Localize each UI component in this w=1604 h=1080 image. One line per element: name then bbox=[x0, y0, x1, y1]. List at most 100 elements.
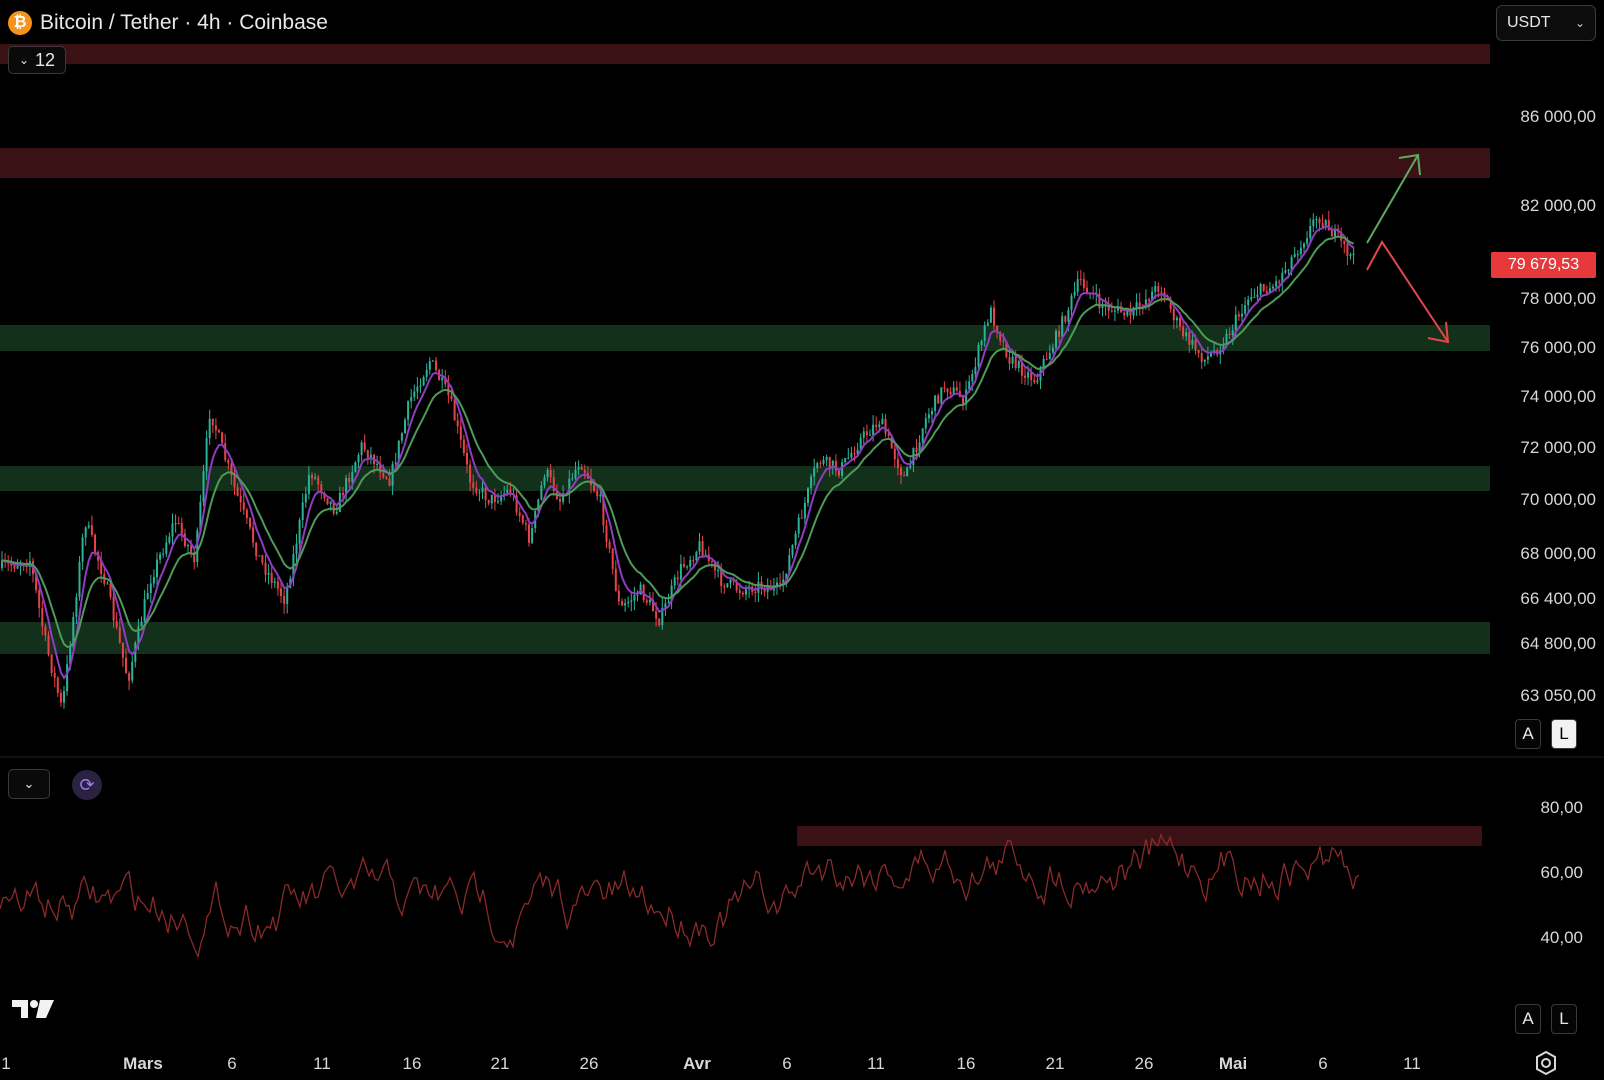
resistance-zone bbox=[0, 148, 1490, 178]
candle-body bbox=[143, 599, 146, 622]
sync-icon[interactable]: ⟳ bbox=[72, 770, 102, 800]
candle-body bbox=[177, 523, 180, 525]
candle-body bbox=[1036, 380, 1039, 383]
price-axis-label: 76 000,00 bbox=[1520, 338, 1596, 357]
candle-body bbox=[295, 543, 298, 555]
candle-body bbox=[803, 502, 806, 519]
candle-body bbox=[422, 377, 425, 386]
candle-body bbox=[828, 457, 831, 468]
candle-body bbox=[475, 487, 478, 493]
candle-body bbox=[149, 583, 152, 594]
candle-body bbox=[754, 591, 757, 593]
candle-body bbox=[239, 495, 242, 503]
price-axis-label: 78 000,00 bbox=[1520, 289, 1596, 308]
candle-body bbox=[360, 442, 363, 456]
time-axis-label: 16 bbox=[957, 1054, 976, 1073]
price-log-scale-button[interactable]: L bbox=[1551, 719, 1577, 749]
price-axis-label: 66 400,00 bbox=[1520, 589, 1596, 608]
candle-body bbox=[1073, 291, 1076, 296]
candle-body bbox=[574, 469, 577, 479]
candle-body bbox=[934, 395, 937, 411]
candle-body bbox=[1135, 302, 1138, 308]
candle-body bbox=[655, 611, 658, 619]
time-axis-label: 26 bbox=[1135, 1054, 1154, 1073]
candle-body bbox=[1312, 219, 1315, 226]
candle-body bbox=[617, 590, 620, 602]
time-axis-label: 11 bbox=[1403, 1054, 1421, 1073]
candle-body bbox=[701, 541, 704, 557]
candle-body bbox=[1318, 218, 1321, 224]
candle-body bbox=[183, 533, 186, 547]
chart-canvas[interactable]: 86 000,00 82 000,00 78 000,00 76 000,00 74 0… bbox=[0, 0, 1604, 1080]
candle-body bbox=[1206, 356, 1209, 360]
rsi-line bbox=[0, 832, 1360, 959]
candle-body bbox=[1275, 281, 1278, 287]
candle-body bbox=[435, 360, 437, 370]
candle-body bbox=[1076, 279, 1079, 292]
candle-body bbox=[224, 443, 227, 461]
candle-body bbox=[658, 618, 661, 626]
settings-icon[interactable] bbox=[1533, 1050, 1559, 1076]
candle-body bbox=[1272, 286, 1274, 289]
candle-body bbox=[466, 453, 468, 465]
candle-body bbox=[490, 494, 493, 504]
candle-body bbox=[469, 464, 472, 483]
time-axis-label: Mars bbox=[123, 1054, 163, 1073]
candle-body bbox=[400, 433, 403, 441]
candle-body bbox=[1321, 223, 1324, 227]
candle-body bbox=[977, 345, 980, 368]
candle-body bbox=[1157, 286, 1160, 292]
candle-body bbox=[267, 572, 270, 575]
moving-averages bbox=[1, 224, 1355, 680]
candle-body bbox=[118, 627, 121, 643]
symbol-title[interactable]: Bitcoin / Tether · 4h · Coinbase bbox=[40, 11, 328, 35]
candle-body bbox=[351, 472, 354, 483]
candle-body bbox=[1051, 347, 1054, 353]
candle-body bbox=[893, 448, 896, 460]
candle-body bbox=[862, 431, 865, 438]
time-axis-label: 6 bbox=[782, 1054, 791, 1073]
currency-select[interactable]: USDT ⌄ bbox=[1496, 5, 1596, 41]
candle-body bbox=[187, 545, 189, 547]
rsi-log-scale-button[interactable]: L bbox=[1551, 1004, 1577, 1034]
candle-body bbox=[621, 601, 623, 606]
rsi-auto-scale-button[interactable]: A bbox=[1515, 1004, 1541, 1034]
bitcoin-icon: ₿ bbox=[8, 11, 32, 35]
candle-body bbox=[524, 522, 527, 525]
tradingview-logo[interactable] bbox=[10, 996, 56, 1022]
time-axis-label: 21 bbox=[1046, 1054, 1065, 1073]
time-axis-label: 11 bbox=[867, 1054, 885, 1073]
rsi-axis-label: 40,00 bbox=[1540, 928, 1583, 947]
candle-body bbox=[90, 525, 93, 535]
candle-body bbox=[710, 560, 713, 562]
candle-body bbox=[946, 388, 949, 392]
candle-body bbox=[1287, 269, 1290, 271]
rsi-collapse-button[interactable]: ⌄ bbox=[8, 769, 50, 799]
candle-body bbox=[627, 601, 630, 604]
candle-body bbox=[1113, 310, 1116, 312]
candle-body bbox=[236, 487, 239, 496]
candle-body bbox=[1330, 230, 1333, 237]
candle-body bbox=[1284, 270, 1287, 273]
candle-body bbox=[385, 477, 388, 479]
candle-body bbox=[66, 664, 69, 692]
candle-body bbox=[872, 424, 875, 435]
candle-body bbox=[56, 677, 59, 693]
candle-body bbox=[1247, 299, 1250, 306]
candle-body bbox=[363, 442, 366, 451]
candle-body bbox=[404, 419, 406, 434]
candle-body bbox=[593, 484, 596, 491]
candle-body bbox=[611, 548, 614, 569]
candle-body bbox=[906, 467, 909, 477]
candle-body bbox=[549, 469, 552, 478]
candle-body bbox=[171, 523, 174, 537]
indicators-collapse-button[interactable]: ⌄ 12 bbox=[8, 46, 66, 74]
candle-body bbox=[407, 401, 410, 420]
symbol-header[interactable]: ₿ Bitcoin / Tether · 4h · Coinbase bbox=[8, 8, 328, 38]
candle-body bbox=[816, 463, 819, 469]
candle-body bbox=[416, 386, 419, 392]
candle-body bbox=[233, 474, 236, 488]
candle-body bbox=[487, 500, 490, 504]
price-axis-label: 72 000,00 bbox=[1520, 438, 1596, 457]
price-auto-scale-button[interactable]: A bbox=[1515, 719, 1541, 749]
